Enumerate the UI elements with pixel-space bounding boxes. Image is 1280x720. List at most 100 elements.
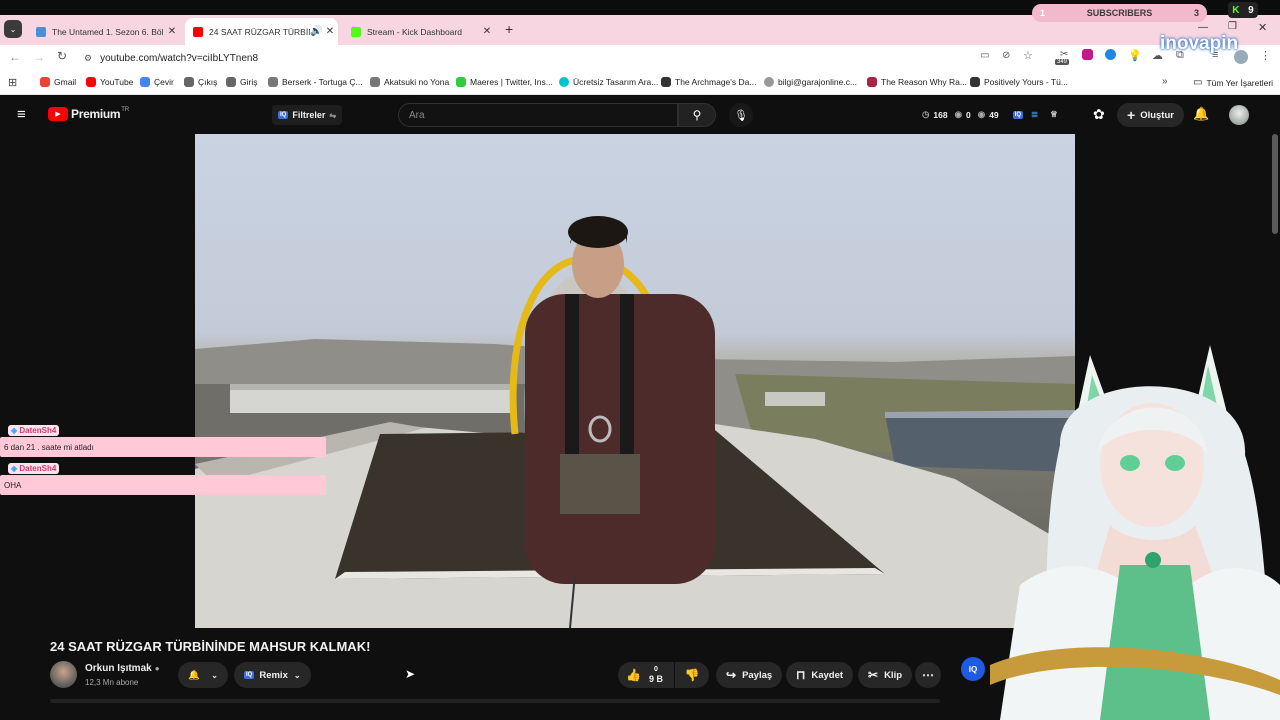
new-tab-button[interactable]: + [505, 21, 513, 37]
list-icon[interactable]: ≣ [1031, 109, 1038, 120]
extension-icon[interactable]: 💡 [1128, 49, 1142, 62]
bookmark-label: Akatsuki no Yona [384, 77, 450, 87]
site-icon [456, 77, 466, 87]
bell-icon: 🔔 [188, 669, 200, 681]
close-window-button[interactable]: ✕ [1258, 21, 1267, 34]
menu-icon[interactable]: ⋮ [1260, 49, 1271, 62]
close-icon[interactable]: ✕ [164, 26, 180, 37]
dislike-button[interactable]: 👎 [675, 662, 709, 688]
create-button[interactable]: + Oluştur [1117, 103, 1184, 127]
like-count-top: 0 [654, 666, 658, 673]
bookmark-positively[interactable]: Positively Yours - Tü... [970, 77, 1068, 87]
eye-off-icon[interactable]: ⊘ [1002, 50, 1010, 61]
bookmark-akatsuki[interactable]: Akatsuki no Yona [370, 77, 449, 87]
like-counts: 0 9 B [649, 666, 663, 684]
bookmark-maeres[interactable]: Maeres | Twitter, Ins... [456, 77, 553, 87]
trophy-icon[interactable]: ♕ [1050, 109, 1058, 120]
apps-icon[interactable]: ⊞ [8, 76, 17, 89]
bookmark-cevir[interactable]: Çevir [140, 77, 174, 87]
back-icon[interactable]: ← [9, 50, 21, 64]
account-avatar[interactable] [1229, 105, 1249, 125]
brand-text: inovapin [1160, 33, 1239, 54]
bookmark-archmage[interactable]: The Archmage's Da... [661, 77, 756, 87]
person-hair-top [568, 216, 628, 248]
warehouse-left-roof [230, 384, 510, 390]
tab-untamed[interactable]: The Untamed 1. Sezon 6. Bölüm ✕ [28, 18, 180, 45]
tab-kick[interactable]: Stream - Kick Dashboard ✕ [343, 18, 495, 45]
speaker-icon[interactable]: 🔊 [310, 26, 322, 37]
vtuber-avatar [990, 345, 1280, 720]
url-field[interactable]: ⚙ youtube.com/watch?v=ciIbLYTnen8 [78, 48, 1038, 68]
more-actions-button[interactable]: ⋯ [915, 662, 941, 688]
description-divider [50, 699, 940, 703]
tab-label: 24 SAAT RÜZGAR TÜRBİNİ [209, 26, 310, 37]
video-title: 24 SAAT RÜZGAR TÜRBİNİNDE MAHSUR KALMAK! [50, 639, 371, 654]
hamburger-icon[interactable]: ≡ [17, 106, 26, 123]
chat-badge-icon: ◈ [11, 426, 18, 435]
search-box[interactable]: Ara [398, 103, 678, 127]
share-button[interactable]: ↪ Paylaş [716, 662, 783, 688]
page-icon [226, 77, 236, 87]
gmail-icon [40, 77, 50, 87]
reload-icon[interactable]: ↻ [57, 49, 67, 63]
ext-badge: 349 [1055, 59, 1070, 65]
star-icon[interactable]: ☆ [1023, 49, 1033, 62]
bookmark-reason[interactable]: The Reason Why Ra... [867, 77, 967, 87]
extension-icon[interactable] [1082, 49, 1093, 60]
page-icon [184, 77, 194, 87]
remix-label: Remix [259, 669, 288, 681]
clip-button[interactable]: ✂ Klip [858, 662, 913, 688]
stat-eye2: 49 [989, 109, 999, 120]
bookmark-bilgi[interactable]: bilgi@garajonline.c... [764, 77, 857, 87]
extension-icon[interactable] [1105, 49, 1116, 60]
notification-button[interactable]: 🔔 ⌄ [178, 662, 228, 688]
tab-search-button[interactable]: ⌄ [4, 20, 22, 38]
logo-region: TR [121, 107, 130, 113]
chevron-more-icon[interactable]: » [1162, 76, 1168, 87]
bookmark-giris[interactable]: Giriş [226, 77, 257, 87]
folder-icon: ▭ [1193, 77, 1203, 88]
save-button[interactable]: ⊓ Kaydet [786, 662, 854, 688]
bookmark-gmail[interactable]: Gmail [40, 77, 76, 87]
bookmark-label: The Archmage's Da... [675, 77, 757, 87]
extension-gear-icon[interactable]: ✿ [1093, 106, 1105, 123]
channel-avatar[interactable] [50, 661, 77, 688]
youtube-logo[interactable]: ▶ Premium TR [48, 107, 129, 121]
globe-icon [764, 77, 774, 87]
minimize-button[interactable]: — [1198, 22, 1208, 33]
chevron-down-icon: ⌄ [293, 670, 301, 680]
maximize-button[interactable]: ❐ [1228, 21, 1237, 32]
remix-button[interactable]: IQ Remix ⌄ [234, 662, 311, 688]
bookmark-icon: ⊓ [796, 668, 806, 682]
page-scrollbar[interactable] [1272, 134, 1278, 234]
tab-youtube[interactable]: 24 SAAT RÜZGAR TÜRBİNİ 🔊 ✕ [185, 18, 338, 45]
cast-icon[interactable]: ▭ [980, 50, 989, 61]
subscribers-left: 1 [1040, 8, 1046, 18]
site-icon [970, 77, 980, 87]
bookmark-berserk[interactable]: Berserk - Tortuga Ç... [268, 77, 363, 87]
like-button[interactable]: 👍 0 9 B [618, 662, 674, 688]
iq-icon[interactable]: IQ [1012, 110, 1023, 119]
filters-button[interactable]: IQ Filtreler ⇋ [272, 105, 343, 125]
bookmark-youtube[interactable]: YouTube [86, 77, 133, 87]
bookmark-all[interactable]: ▭ Tüm Yer İşaretleri [1193, 77, 1273, 88]
forward-icon[interactable]: → [33, 50, 45, 64]
search-button[interactable]: ⚲ [678, 103, 716, 127]
canva-icon [559, 77, 569, 87]
site-info-icon[interactable]: ⚙ [84, 53, 92, 64]
bookmark-label: Berserk - Tortuga Ç... [282, 77, 363, 87]
bookmark-tasarim[interactable]: Ücretsiz Tasarım Ara... [559, 77, 658, 87]
close-icon[interactable]: ✕ [479, 26, 495, 37]
bookmarks-bar: ⊞ Gmail YouTube Çevir Çıkış Giriş Berser… [0, 71, 1280, 95]
channel-name[interactable]: Orkun Işıtmak ● [85, 663, 160, 674]
voice-search-button[interactable]: 🎙 [729, 103, 753, 127]
close-icon[interactable]: ✕ [322, 26, 338, 37]
video-player[interactable] [195, 134, 1075, 628]
bookmark-cikis[interactable]: Çıkış [184, 77, 217, 87]
play-icon [36, 26, 46, 37]
stat-clock: 168 [933, 109, 948, 120]
bell-icon[interactable]: 🔔 [1193, 106, 1209, 122]
sliders-icon: ⇋ [329, 110, 337, 120]
warehouse-left [230, 389, 510, 413]
bookmark-label: Çıkış [198, 77, 218, 87]
